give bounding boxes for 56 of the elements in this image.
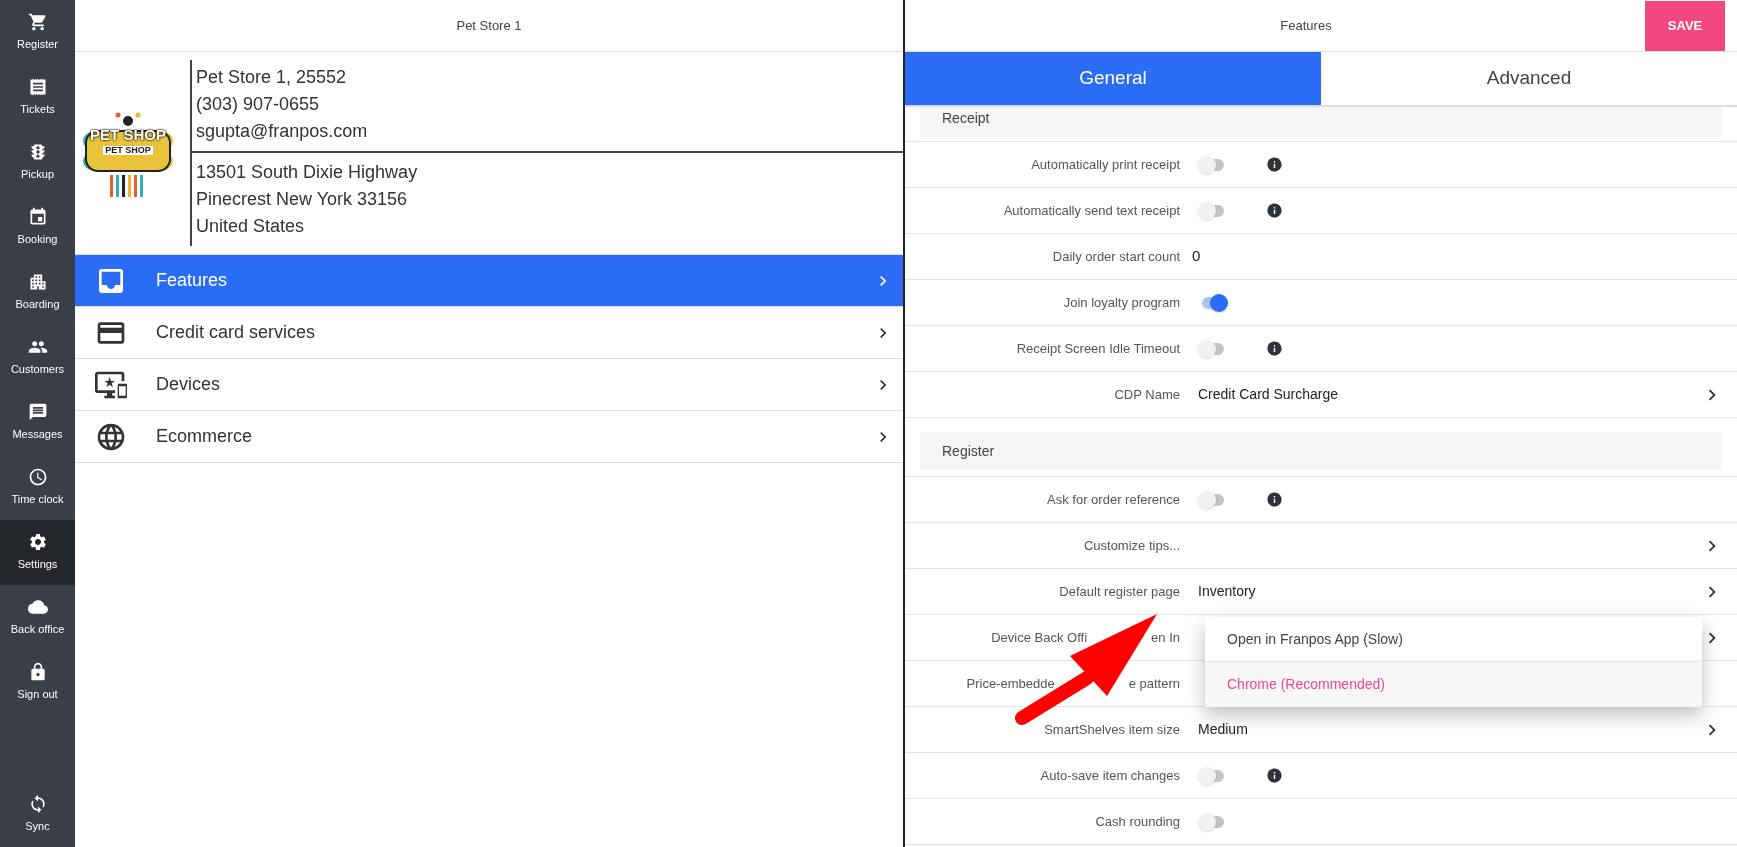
sidebar-item[interactable]: Back office: [0, 585, 75, 650]
setting-label: Cash rounding: [1095, 812, 1180, 831]
store-info-line: sgupta@franpos.com: [196, 120, 369, 143]
setting-label: SmartShelves item size: [1044, 720, 1180, 739]
panel-title: Pet Store 1: [456, 16, 522, 35]
menu-item[interactable]: Devices: [75, 359, 903, 411]
tab[interactable]: General: [905, 52, 1321, 105]
sidebar-item[interactable]: Time clock: [0, 455, 75, 520]
setting-label: Device Back Offi: [991, 628, 1088, 647]
setting-label: e pattern: [1128, 674, 1180, 693]
panel-title: Features: [1280, 16, 1332, 35]
sidebar-item[interactable]: Sign out: [0, 650, 75, 715]
setting-label: Automatically print receipt: [1031, 155, 1180, 174]
cart-icon: [27, 12, 48, 33]
sidebar-item[interactable]: Sync: [0, 782, 75, 847]
menu-item[interactable]: Ecommerce: [75, 411, 903, 463]
sidebar-item[interactable]: Register: [0, 0, 75, 65]
setting-value[interactable]: Credit Card Surcharge: [1198, 384, 1339, 405]
setting-label: Customize tips...: [1083, 536, 1180, 555]
address-line: Pinecrest New York 33156: [196, 188, 409, 211]
setting-label: Auto-save item changes: [1040, 766, 1180, 785]
section-header: Register: [920, 432, 1722, 470]
info-icon[interactable]: [1266, 340, 1283, 357]
info-icon[interactable]: [1266, 202, 1283, 219]
menu-item[interactable]: Credit card services: [75, 307, 903, 359]
sidebar-item[interactable]: Messages: [0, 390, 75, 455]
menu-item[interactable]: Features: [75, 255, 903, 307]
sidebar-item[interactable]: Tickets: [0, 65, 75, 130]
sidebar-item[interactable]: Boarding: [0, 260, 75, 325]
address-line: 13501 South Dixie Highway: [196, 161, 419, 184]
settings-icon: [27, 532, 48, 553]
store-info-line: (303) 907-0655: [196, 93, 321, 116]
sidebar-item[interactable]: Settings: [0, 520, 75, 585]
setting-label: Default register page: [1059, 582, 1180, 601]
sidebar-item[interactable]: Booking: [0, 195, 75, 260]
setting-label: Receipt Screen Idle Timeout: [1016, 339, 1180, 358]
sidebar-item[interactable]: Customers: [0, 325, 75, 390]
setting-value[interactable]: 0: [1192, 245, 1201, 268]
setting-label: Join loyalty program: [1063, 293, 1180, 312]
setting-label: Automatically send text receipt: [1003, 201, 1180, 220]
address-line: United States: [196, 215, 306, 238]
setting-label: Daily order start count: [1052, 247, 1180, 266]
info-icon[interactable]: [1266, 767, 1283, 784]
setting-label: CDP Name: [1114, 385, 1180, 404]
clock-icon: [27, 467, 48, 488]
setting-label: Price-embedde: [966, 674, 1055, 693]
section-header: Receipt: [920, 107, 1722, 137]
setting-value[interactable]: Medium: [1198, 719, 1248, 740]
setting-label: en In: [1151, 628, 1180, 647]
info-icon[interactable]: [1266, 156, 1283, 173]
dropdown-option[interactable]: Chrome (Recommended): [1205, 662, 1702, 707]
setting-label: Ask for order reference: [1047, 490, 1180, 509]
sidebar-item[interactable]: Pickup: [0, 130, 75, 195]
setting-value[interactable]: Inventory: [1198, 581, 1256, 602]
info-icon[interactable]: [1266, 491, 1283, 508]
store-info-line: Pet Store 1, 25552: [196, 66, 348, 89]
